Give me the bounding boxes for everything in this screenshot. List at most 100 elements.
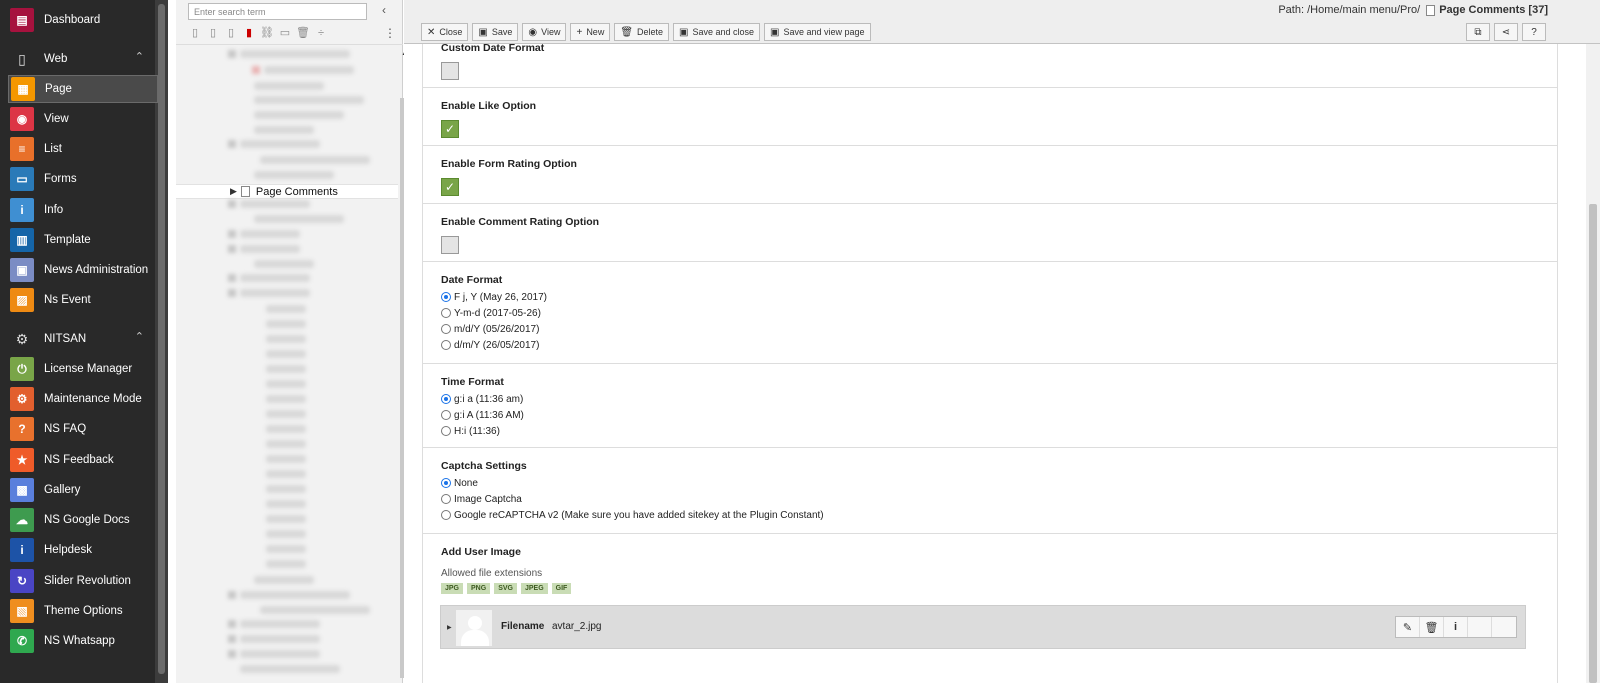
module-slider-revolution[interactable]: ↻ Slider Revolution	[0, 567, 158, 595]
edit-form: Custom Date Format Enable Like Option ✓ …	[422, 44, 1558, 683]
tree-search-input[interactable]: Enter search term	[188, 3, 367, 20]
module-ns-whatsapp[interactable]: ✆ NS Whatsapp	[0, 627, 158, 655]
date-format-option[interactable]: d/m/Y (26/05/2017)	[441, 337, 1557, 353]
helpdesk-icon: i	[10, 538, 34, 562]
view-button[interactable]: ◉ View	[522, 23, 567, 41]
gear-icon: ⚙	[15, 330, 29, 347]
date-format-option[interactable]: F j, Y (May 26, 2017)	[441, 289, 1557, 305]
module-theme-options[interactable]: ▧ Theme Options	[0, 597, 158, 625]
captcha-option[interactable]: None	[441, 475, 1557, 491]
file-actions: ✎ 🗑 i	[1395, 616, 1517, 638]
captcha-option[interactable]: Image Captcha	[441, 491, 1557, 507]
save-and-close-button[interactable]: ▣ Save and close	[673, 23, 761, 41]
date-format-option[interactable]: Y-m-d (2017-05-26)	[441, 305, 1557, 321]
module-page[interactable]: ▦ Page	[8, 75, 158, 103]
forms-icon: ▭	[10, 167, 34, 191]
save-and-view-button[interactable]: ▣ Save and view page	[764, 23, 871, 41]
module-ns-google-docs[interactable]: ☁ NS Google Docs	[0, 506, 158, 534]
captcha-settings-field: Captcha Settings None Image Captcha Goog…	[423, 448, 1557, 534]
radio-selected[interactable]	[441, 394, 451, 404]
time-format-option[interactable]: g:i A (11:36 AM)	[441, 407, 1557, 423]
close-icon: ✕	[427, 26, 436, 38]
module-info[interactable]: i Info	[0, 196, 158, 224]
radio[interactable]	[441, 340, 451, 350]
enable-like-checkbox[interactable]: ✓	[441, 120, 459, 138]
page-icon	[1426, 4, 1436, 16]
extension-badge: GIF	[551, 583, 572, 594]
gallery-icon: ▩	[10, 478, 34, 502]
time-format-option[interactable]: H:i (11:36)	[441, 423, 1557, 439]
tree-item-page-comments[interactable]: ▶ Page Comments	[176, 184, 398, 199]
close-button[interactable]: ✕ Close	[421, 23, 469, 41]
time-format-option[interactable]: g:i a (11:36 am)	[441, 391, 1557, 407]
collapse-tree-icon[interactable]: ‹	[382, 3, 386, 17]
module-group-web[interactable]: ▯ Web ⌃	[0, 45, 158, 73]
new-page-advanced-icon[interactable]: ▯	[206, 26, 220, 40]
new-page-red-icon[interactable]: ▮	[242, 26, 256, 40]
module-forms[interactable]: ▭ Forms	[0, 165, 158, 193]
custom-date-format-field: Custom Date Format	[423, 44, 1557, 88]
radio-selected[interactable]	[441, 478, 451, 488]
divider-icon[interactable]: ÷	[314, 26, 328, 40]
open-new-window-button[interactable]: ⧉	[1466, 23, 1490, 41]
module-ns-event[interactable]: ▨ Ns Event	[0, 286, 158, 314]
module-ns-feedback[interactable]: ★ NS Feedback	[0, 446, 158, 474]
save-button[interactable]: ▣ Save	[472, 23, 519, 41]
custom-date-format-checkbox[interactable]	[441, 62, 459, 80]
list-icon: ≡	[10, 137, 34, 161]
star-icon: ★	[10, 448, 34, 472]
new-button[interactable]: + New	[570, 23, 611, 41]
expand-caret-icon[interactable]: ▶	[447, 624, 452, 631]
file-reference-row[interactable]: ▶ Filename avtar_2.jpg ✎ 🗑 i	[440, 605, 1526, 649]
trash-icon[interactable]: 🗑	[296, 26, 310, 40]
save-view-icon: ▣	[770, 26, 780, 38]
enable-comment-rating-field: Enable Comment Rating Option	[423, 204, 1557, 262]
share-button[interactable]: ⋖	[1494, 23, 1518, 41]
enable-comment-rating-checkbox[interactable]	[441, 236, 459, 254]
captcha-option[interactable]: Google reCAPTCHA v2 (Make sure you have …	[441, 507, 1557, 523]
view-eye-icon: ◉	[528, 26, 538, 38]
new-page-icon[interactable]: ▯	[188, 26, 202, 40]
module-dashboard[interactable]: ▤ Dashboard	[0, 6, 158, 34]
radio[interactable]	[441, 324, 451, 334]
delete-button[interactable]: 🗑 Delete	[614, 23, 670, 41]
module-helpdesk[interactable]: i Helpdesk	[0, 536, 158, 564]
module-group-nitsan[interactable]: ⚙ NITSAN ⌃	[0, 325, 158, 353]
action-buttons: ✕ Close ▣ Save ◉ View + New 🗑 Delete ▣ Save an…	[421, 23, 871, 41]
module-maintenance-mode[interactable]: ⚙ Maintenance Mode	[0, 385, 158, 413]
news-icon: ▣	[10, 258, 34, 282]
trash-icon[interactable]: 🗑	[1420, 617, 1444, 637]
breadcrumb: Path: /Home/main menu/Pro/ Page Comments…	[1278, 4, 1548, 16]
module-license-manager[interactable]: ⏻ License Manager	[0, 355, 158, 383]
module-view[interactable]: ◉ View	[0, 105, 158, 133]
empty-action[interactable]	[1468, 617, 1492, 637]
help-button[interactable]: ?	[1522, 23, 1546, 41]
tree-menu-icon[interactable]: ⋮	[384, 26, 396, 40]
module-template[interactable]: ▥ Template	[0, 226, 158, 254]
main-scrollbar[interactable]	[1586, 44, 1600, 683]
info-icon[interactable]: i	[1444, 617, 1468, 637]
module-gallery[interactable]: ▩ Gallery	[0, 476, 158, 504]
save-icon: ▣	[478, 26, 488, 38]
check-icon: ✓	[444, 180, 456, 194]
radio[interactable]	[441, 308, 451, 318]
module-list[interactable]: ≡ List	[0, 135, 158, 163]
empty-action[interactable]	[1492, 617, 1516, 637]
module-news-administration[interactable]: ▣ News Administration	[0, 256, 158, 284]
radio[interactable]	[441, 410, 451, 420]
radio[interactable]	[441, 426, 451, 436]
folder-icon[interactable]: ▭	[278, 26, 292, 40]
link-icon[interactable]: ⛓	[260, 26, 274, 40]
radio[interactable]	[441, 494, 451, 504]
new-page-link-icon[interactable]: ▯	[224, 26, 238, 40]
radio-selected[interactable]	[441, 292, 451, 302]
edit-pencil-icon[interactable]: ✎	[1396, 617, 1420, 637]
module-ns-faq[interactable]: ? NS FAQ	[0, 415, 158, 443]
plus-icon: +	[576, 26, 583, 38]
radio[interactable]	[441, 510, 451, 520]
enable-form-rating-checkbox[interactable]: ✓	[441, 178, 459, 196]
page-tree: Enter search term ‹ ▯ ▯ ▯ ▮ ⛓ ▭ 🗑 ÷ ⋮ ▶ …	[176, 0, 410, 683]
expand-arrow-icon[interactable]: ▶	[230, 186, 237, 197]
date-format-option[interactable]: m/d/Y (05/26/2017)	[441, 321, 1557, 337]
template-icon: ▥	[10, 228, 34, 252]
